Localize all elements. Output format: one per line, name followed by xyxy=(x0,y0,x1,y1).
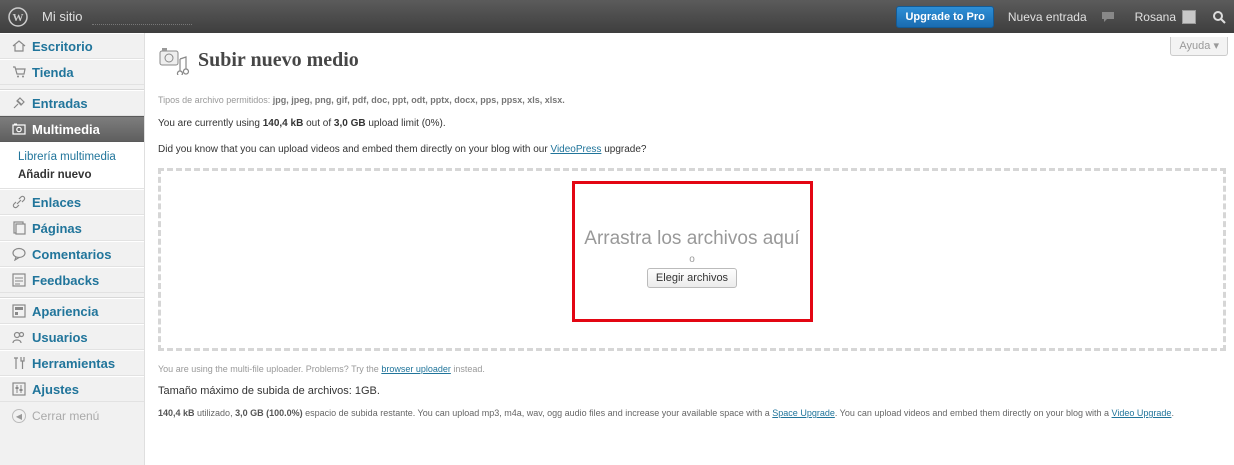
collapse-menu-label: Cerrar menú xyxy=(32,409,100,423)
sidebar-item-label: Enlaces xyxy=(32,194,82,210)
appearance-icon xyxy=(12,304,26,318)
page-title: Subir nuevo medio xyxy=(198,48,359,71)
videopress-link[interactable]: VideoPress xyxy=(550,144,601,155)
page-icon xyxy=(12,221,26,235)
pin-icon xyxy=(12,96,26,110)
upgrade-button[interactable]: Upgrade to Pro xyxy=(896,5,994,28)
videopress-prefix: Did you know that you can upload videos … xyxy=(158,144,548,155)
usage-prefix: You are currently using xyxy=(158,118,260,129)
search-icon[interactable] xyxy=(1212,10,1226,24)
collapse-arrow-icon: ◀ xyxy=(12,409,26,423)
info-text2: . You can upload videos and embed them d… xyxy=(834,408,1110,418)
sidebar-item-apariencia[interactable]: Apariencia xyxy=(0,298,144,324)
adminbar-field xyxy=(92,9,193,25)
info-text: espacio de subida restante. You can uplo… xyxy=(305,408,770,418)
comments-icon[interactable] xyxy=(1101,11,1115,23)
sidebar-item-feedbacks[interactable]: Feedbacks xyxy=(0,267,144,293)
sidebar-item-comentarios[interactable]: Comentarios xyxy=(0,241,144,267)
highlight-annotation-box xyxy=(572,181,813,322)
svg-text:W: W xyxy=(13,12,24,24)
sidebar-item-label: Escritorio xyxy=(32,38,93,54)
sidebar-item-usuarios[interactable]: Usuarios xyxy=(0,324,144,350)
usage-suffix: upload limit (0%). xyxy=(368,118,446,129)
browser-uploader-link[interactable]: browser uploader xyxy=(381,364,451,374)
cart-icon xyxy=(12,65,26,79)
multi-prefix: You are using the multi-file uploader. P… xyxy=(158,364,379,374)
help-tab-button[interactable]: Ayuda ▾ xyxy=(1170,37,1228,56)
sidebar-item-label: Herramientas xyxy=(32,355,116,371)
admin-bar: W Mi sitio Upgrade to Pro Nueva entrada … xyxy=(0,0,1234,33)
main-content: Ayuda ▾ Subir nuevo medio Tipos de archi… xyxy=(158,33,1228,465)
sidebar-item-label: Tienda xyxy=(32,64,74,80)
info-remaining: 3,0 GB (100.0%) xyxy=(235,408,303,418)
sidebar-item-label: Ajustes xyxy=(32,381,79,397)
sidebar-item-paginas[interactable]: Páginas xyxy=(0,215,144,241)
sidebar-item-label: Comentarios xyxy=(32,246,112,262)
wordpress-logo-icon[interactable]: W xyxy=(4,3,32,31)
dashboard-icon xyxy=(12,39,26,53)
site-name-link[interactable]: Mi sitio xyxy=(42,9,82,24)
sidebar-item-label: Usuarios xyxy=(32,329,88,345)
usage-used: 140,4 kB xyxy=(262,118,304,129)
upload-usage-line: You are currently using 140,4 kB out of … xyxy=(158,118,446,129)
multimedia-submenu: Librería multimedia Añadir nuevo xyxy=(0,142,144,189)
allowed-label: Tipos de archivo permitidos: xyxy=(158,95,271,105)
video-upgrade-link[interactable]: Video Upgrade xyxy=(1112,408,1172,418)
feedback-icon xyxy=(12,273,26,287)
multi-uploader-notice: You are using the multi-file uploader. P… xyxy=(158,364,485,374)
media-icon xyxy=(12,122,26,136)
space-usage-info: 140,4 kB utilizado, 3,0 GB (100.0%) espa… xyxy=(158,406,1226,420)
allowed-file-types: Tipos de archivo permitidos: jpg, jpeg, … xyxy=(158,95,565,105)
link-icon xyxy=(12,195,26,209)
videopress-notice: Did you know that you can upload videos … xyxy=(158,144,646,155)
users-icon xyxy=(12,330,26,344)
sidebar-item-label: Feedbacks xyxy=(32,272,100,288)
page-header: Subir nuevo medio xyxy=(158,45,359,77)
sidebar-item-escritorio[interactable]: Escritorio xyxy=(0,33,144,59)
sidebar-item-enlaces[interactable]: Enlaces xyxy=(0,189,144,215)
allowed-types-list: jpg, jpeg, png, gif, pdf, doc, ppt, odt,… xyxy=(272,95,565,105)
collapse-menu-button[interactable]: ◀ Cerrar menú xyxy=(0,402,144,430)
avatar[interactable] xyxy=(1182,9,1196,24)
sidebar-item-ajustes[interactable]: Ajustes xyxy=(0,376,144,402)
videopress-suffix: upgrade? xyxy=(604,144,647,155)
new-post-link[interactable]: Nueva entrada xyxy=(1008,10,1087,24)
settings-icon xyxy=(12,382,26,396)
sidebar-item-label: Entradas xyxy=(32,95,88,111)
tools-icon xyxy=(12,356,26,370)
media-upload-icon xyxy=(158,45,190,77)
max-upload-size: Tamaño máximo de subida de archivos: 1GB… xyxy=(158,385,380,397)
space-upgrade-link[interactable]: Space Upgrade xyxy=(772,408,835,418)
sidebar-item-label: Multimedia xyxy=(32,121,100,137)
sidebar-item-tienda[interactable]: Tienda xyxy=(0,59,144,85)
submenu-media-library[interactable]: Librería multimedia xyxy=(0,148,144,166)
multi-suffix: instead. xyxy=(453,364,485,374)
info-used: 140,4 kB xyxy=(158,408,195,418)
user-name-link[interactable]: Rosana xyxy=(1135,10,1176,24)
admin-sidebar: Escritorio Tienda Entradas Multimedia Li… xyxy=(0,33,145,465)
usage-limit: 3,0 GB xyxy=(333,118,366,129)
submenu-add-new[interactable]: Añadir nuevo xyxy=(0,166,144,184)
sidebar-item-herramientas[interactable]: Herramientas xyxy=(0,350,144,376)
info-end: . xyxy=(1171,408,1174,418)
info-used-suffix: utilizado, xyxy=(197,408,233,418)
usage-mid: out of xyxy=(306,118,332,129)
sidebar-item-multimedia[interactable]: Multimedia xyxy=(0,116,144,142)
sidebar-item-label: Páginas xyxy=(32,220,82,236)
sidebar-item-entradas[interactable]: Entradas xyxy=(0,90,144,116)
sidebar-item-label: Apariencia xyxy=(32,303,99,319)
comment-icon xyxy=(12,247,26,261)
